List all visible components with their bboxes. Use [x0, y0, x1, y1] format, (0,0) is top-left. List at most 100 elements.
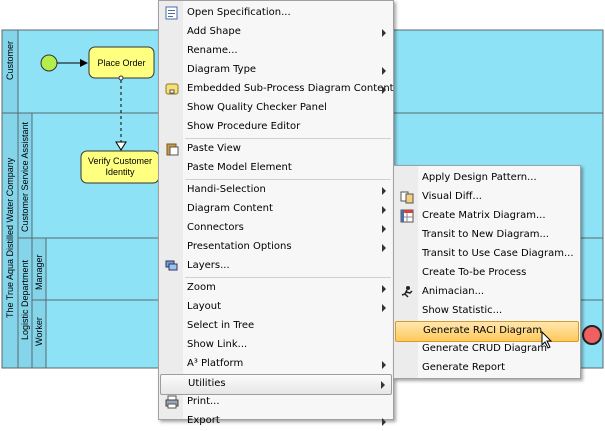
- menu-item-label: Add Shape: [187, 26, 241, 37]
- task-label-place-order: Place Order: [97, 58, 145, 68]
- menu-item-select-in-tree[interactable]: Select in Tree: [160, 317, 392, 336]
- menu-item-label: Show Link...: [187, 339, 248, 350]
- paste-icon: [165, 142, 179, 156]
- start-event[interactable]: [40, 54, 58, 72]
- menu-item-label: Rename...: [187, 45, 238, 56]
- menu-item-open-specification[interactable]: Open Specification...: [160, 4, 392, 23]
- chevron-right-icon: [381, 381, 385, 389]
- submenu-item-create-matrix-diagram[interactable]: Create Matrix Diagram...: [395, 207, 579, 226]
- submenu-item-generate-report[interactable]: Generate Report: [395, 359, 579, 378]
- menu-item-paste-model-element[interactable]: Paste Model Element: [160, 159, 392, 178]
- menu-item-paste-view[interactable]: Paste View: [160, 140, 392, 159]
- menu-item-a-platform[interactable]: A³ Platform: [160, 355, 392, 374]
- menu-item-utilities[interactable]: Utilities: [160, 374, 392, 395]
- spec-icon: [165, 6, 179, 20]
- lane-label-worker: Worker: [34, 317, 44, 346]
- chevron-right-icon: [382, 244, 386, 252]
- menu-item-label: Diagram Content: [187, 203, 273, 214]
- chevron-right-icon: [382, 304, 386, 312]
- submenu-item-label: Animacian...: [422, 286, 485, 297]
- submenu-item-label: Generate RACI Diagram: [423, 325, 543, 336]
- menu-item-label: Presentation Options: [187, 241, 292, 252]
- chevron-right-icon: [382, 206, 386, 214]
- submenu-item-label: Visual Diff...: [422, 191, 482, 202]
- menu-item-label: Paste Model Element: [187, 162, 292, 173]
- menu-item-label: Print...: [187, 396, 220, 407]
- menu-item-layers[interactable]: Layers...: [160, 257, 392, 276]
- animacian-icon: [400, 285, 414, 299]
- menu-item-label: Show Procedure Editor: [187, 121, 301, 132]
- submenu-item-visual-diff[interactable]: Visual Diff...: [395, 188, 579, 207]
- menu-item-diagram-type[interactable]: Diagram Type: [160, 61, 392, 80]
- chevron-right-icon: [382, 225, 386, 233]
- menu-item-handi-selection[interactable]: Handi-Selection: [160, 181, 392, 200]
- menu-item-layout[interactable]: Layout: [160, 298, 392, 317]
- menu-item-label: Export: [187, 415, 220, 426]
- print-icon: [165, 395, 179, 409]
- menu-item-label: Select in Tree: [187, 320, 255, 331]
- submenu-item-label: Transit to Use Case Diagram...: [422, 248, 574, 259]
- menu-item-show-link[interactable]: Show Link...: [160, 336, 392, 355]
- menu-item-label: Utilities: [188, 378, 226, 389]
- menu-separator: [185, 277, 391, 278]
- chevron-right-icon: [382, 361, 386, 369]
- menu-item-print[interactable]: Print...: [160, 393, 392, 412]
- menu-item-label: Paste View: [187, 143, 241, 154]
- menu-item-diagram-content[interactable]: Diagram Content: [160, 200, 392, 219]
- layers-icon: [165, 259, 179, 273]
- submenu-item-show-statistic[interactable]: Show Statistic...: [395, 302, 579, 321]
- subprocess-icon: [165, 82, 179, 96]
- mouse-cursor-icon: [541, 331, 553, 349]
- chevron-right-icon: [382, 86, 386, 94]
- menu-item-zoom[interactable]: Zoom: [160, 279, 392, 298]
- menu-item-label: Handi-Selection: [187, 184, 266, 195]
- menu-separator: [185, 138, 391, 139]
- submenu-item-animacian[interactable]: Animacian...: [395, 283, 579, 302]
- submenu-item-label: Create Matrix Diagram...: [422, 210, 546, 221]
- menu-item-add-shape[interactable]: Add Shape: [160, 23, 392, 42]
- task-verify-identity[interactable]: Verify Customer Identity: [80, 150, 160, 184]
- task-place-order[interactable]: Place Order: [88, 46, 155, 79]
- menu-item-label: Layout: [187, 301, 221, 312]
- submenu-item-label: Transit to New Diagram...: [422, 229, 549, 240]
- menu-item-export[interactable]: Export: [160, 412, 392, 431]
- menu-item-label: Diagram Type: [187, 64, 257, 75]
- menu-item-label: Connectors: [187, 222, 244, 233]
- end-event[interactable]: [582, 325, 602, 345]
- menu-item-presentation-options[interactable]: Presentation Options: [160, 238, 392, 257]
- menu-item-label: Zoom: [187, 282, 216, 293]
- menu-item-embedded-sub-process-diagram-content[interactable]: Embedded Sub-Process Diagram Content: [160, 80, 394, 99]
- menu-item-rename[interactable]: Rename...: [160, 42, 392, 61]
- menu-item-label: A³ Platform: [187, 358, 244, 369]
- submenu-item-label: Generate Report: [422, 362, 506, 373]
- menu-item-label: Layers...: [187, 260, 230, 271]
- submenu-item-create-to-be-process[interactable]: Create To-be Process: [395, 264, 579, 283]
- menu-item-connectors[interactable]: Connectors: [160, 219, 392, 238]
- lane-label-customer-service: Customer Service Assistant: [20, 121, 30, 232]
- menu-item-label: Embedded Sub-Process Diagram Content: [187, 83, 394, 94]
- submenu-item-label: Show Statistic...: [422, 305, 503, 316]
- submenu-item-label: Apply Design Pattern...: [422, 172, 537, 183]
- menu-separator: [185, 179, 391, 180]
- submenu-item-label: Create To-be Process: [422, 267, 527, 278]
- submenu-item-apply-design-pattern[interactable]: Apply Design Pattern...: [395, 169, 579, 188]
- pool-label-company: The True Aqua Distilled Water Company: [5, 157, 15, 318]
- visual-diff-icon: [400, 190, 414, 204]
- menu-item-show-procedure-editor[interactable]: Show Procedure Editor: [160, 118, 392, 137]
- submenu-item-transit-to-use-case-diagram[interactable]: Transit to Use Case Diagram...: [395, 245, 579, 264]
- lane-label-logistic: Logistic Department: [20, 259, 30, 340]
- pool-label-customer: Customer: [5, 41, 15, 80]
- menu-item-label: Show Quality Checker Panel: [187, 102, 327, 113]
- lane-label-manager: Manager: [34, 254, 44, 290]
- chevron-right-icon: [382, 285, 386, 293]
- chevron-right-icon: [382, 418, 386, 426]
- context-menu: Open Specification... Add Shape Rename... D…: [158, 0, 394, 426]
- menu-item-label: Open Specification...: [187, 7, 291, 18]
- menu-item-show-quality-checker-panel[interactable]: Show Quality Checker Panel: [160, 99, 392, 118]
- chevron-right-icon: [382, 29, 386, 37]
- matrix-icon: [400, 209, 414, 223]
- submenu-item-label: Generate CRUD Diagram: [422, 343, 547, 354]
- submenu-item-transit-to-new-diagram[interactable]: Transit to New Diagram...: [395, 226, 579, 245]
- chevron-right-icon: [382, 67, 386, 75]
- chevron-right-icon: [382, 187, 386, 195]
